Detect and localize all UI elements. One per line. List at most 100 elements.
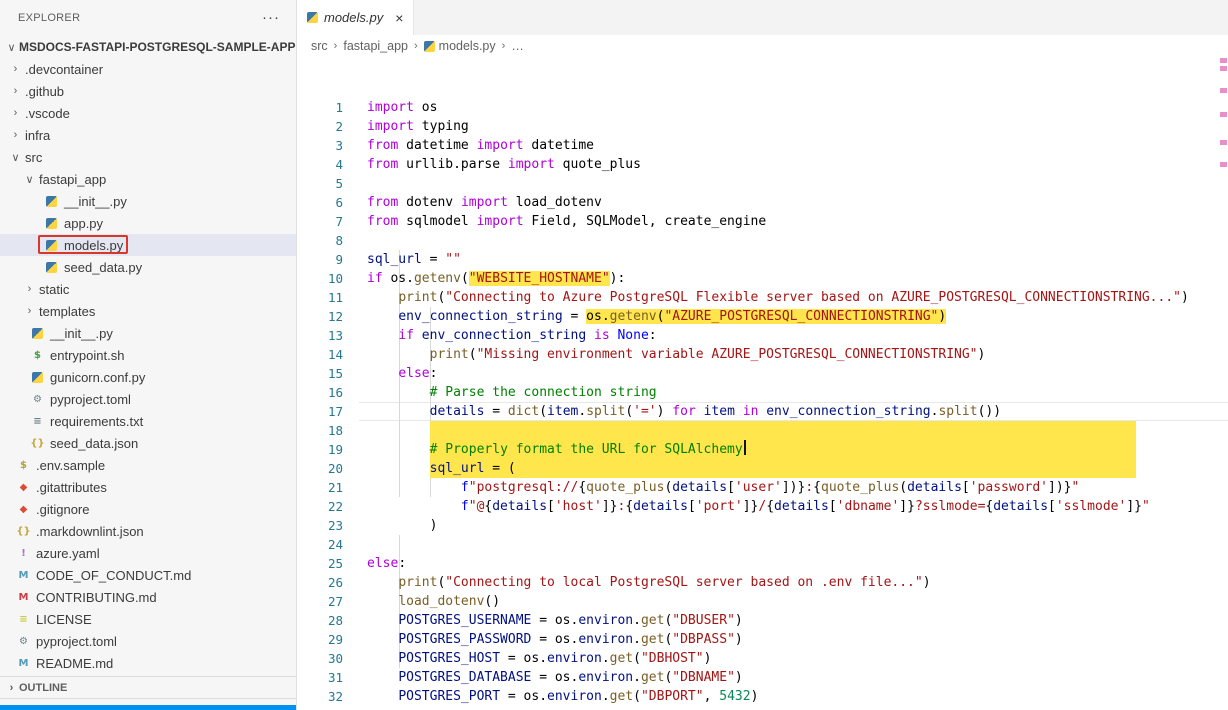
tree-item-label: .env.sample — [36, 458, 105, 473]
code-line-10[interactable]: 10if os.getenv("WEBSITE_HOSTNAME"): — [297, 269, 1228, 288]
overview-ruler-mark — [1220, 88, 1227, 93]
code-line-24[interactable]: 24 — [297, 535, 1228, 554]
close-icon[interactable]: × — [395, 10, 403, 26]
python-icon — [307, 12, 318, 23]
line-number: 28 — [297, 611, 343, 630]
tree-item-models-py[interactable]: models.py — [0, 234, 296, 256]
tree-item-label: entrypoint.sh — [50, 348, 124, 363]
chevron-down-icon: ∨ — [22, 173, 37, 186]
code-line-1[interactable]: 1import os — [297, 98, 1228, 117]
line-number: 3 — [297, 136, 343, 155]
tree-item-requirements-txt[interactable]: ≡requirements.txt — [0, 410, 296, 432]
code-line-12[interactable]: 12 env_connection_string = os.getenv("AZ… — [297, 307, 1228, 326]
tree-item--vscode[interactable]: ›.vscode — [0, 102, 296, 124]
code-line-13[interactable]: 13 if env_connection_string is None: — [297, 326, 1228, 345]
code-line-18[interactable]: 18 — [297, 421, 1228, 440]
tree-item-pyproject-toml[interactable]: ⚙pyproject.toml — [0, 388, 296, 410]
tree-item--gitattributes[interactable]: ◆.gitattributes — [0, 476, 296, 498]
line-number: 6 — [297, 193, 343, 212]
code-line-19[interactable]: 19 # Properly format the URL for SQLAlch… — [297, 440, 1228, 459]
code-line-20[interactable]: 20 sql_url = ( — [297, 459, 1228, 478]
code-line-6[interactable]: 6from dotenv import load_dotenv — [297, 193, 1228, 212]
line-number: 10 — [297, 269, 343, 288]
code-line-31[interactable]: 31 POSTGRES_DATABASE = os.environ.get("D… — [297, 668, 1228, 687]
code-line-7[interactable]: 7from sqlmodel import Field, SQLModel, c… — [297, 212, 1228, 231]
code-line-32[interactable]: 32 POSTGRES_PORT = os.environ.get("DBPOR… — [297, 687, 1228, 706]
line-number: 15 — [297, 364, 343, 383]
code-line-2[interactable]: 2import typing — [297, 117, 1228, 136]
tree-item--markdownlint-json[interactable]: {}.markdownlint.json — [0, 520, 296, 542]
line-number: 19 — [297, 440, 343, 459]
tree-item-static[interactable]: ›static — [0, 278, 296, 300]
root-folder-label: MSDOCS-FASTAPI-POSTGRESQL-SAMPLE-APP [GI… — [19, 40, 296, 54]
code-line-15[interactable]: 15 else: — [297, 364, 1228, 383]
tree-item-code-of-conduct-md[interactable]: MCODE_OF_CONDUCT.md — [0, 564, 296, 586]
code-line-25[interactable]: 25else: — [297, 554, 1228, 573]
code-line-33[interactable]: 33 — [297, 706, 1228, 710]
tree-item--gitignore[interactable]: ◆.gitignore — [0, 498, 296, 520]
tree-item-app-py[interactable]: app.py — [0, 212, 296, 234]
tree-item-src[interactable]: ∨src — [0, 146, 296, 168]
tree-item-license[interactable]: ≡LICENSE — [0, 608, 296, 630]
code-line-29[interactable]: 29 POSTGRES_PASSWORD = os.environ.get("D… — [297, 630, 1228, 649]
code-line-14[interactable]: 14 print("Missing environment variable A… — [297, 345, 1228, 364]
code-line-28[interactable]: 28 POSTGRES_USERNAME = os.environ.get("D… — [297, 611, 1228, 630]
tree-item-label: templates — [39, 304, 95, 319]
tree-item-gunicorn-conf-py[interactable]: gunicorn.conf.py — [0, 366, 296, 388]
tree-item-pyproject-toml[interactable]: ⚙pyproject.toml — [0, 630, 296, 652]
tree-item-infra[interactable]: ›infra — [0, 124, 296, 146]
tree-item-azure-yaml[interactable]: !azure.yaml — [0, 542, 296, 564]
tree-item-templates[interactable]: ›templates — [0, 300, 296, 322]
code-line-4[interactable]: 4from urllib.parse import quote_plus — [297, 155, 1228, 174]
code-line-8[interactable]: 8 — [297, 231, 1228, 250]
tree-item-readme-md[interactable]: MREADME.md — [0, 652, 296, 674]
tree-item-seed-data-py[interactable]: seed_data.py — [0, 256, 296, 278]
tab-models-py[interactable]: models.py × — [297, 0, 414, 35]
license-icon: ≡ — [16, 612, 31, 627]
dollar-icon: $ — [16, 458, 31, 473]
tree-item--init-py[interactable]: __init__.py — [0, 190, 296, 212]
code-line-21[interactable]: 21 f"postgresql://{quote_plus(details['u… — [297, 478, 1228, 497]
tree-root-folder[interactable]: ∨ MSDOCS-FASTAPI-POSTGRESQL-SAMPLE-APP [… — [0, 36, 296, 58]
overview-ruler-mark — [1220, 162, 1227, 167]
code-line-17[interactable]: 17 details = dict(item.split('=') for it… — [297, 402, 1228, 421]
tree-item-entrypoint-sh[interactable]: $entrypoint.sh — [0, 344, 296, 366]
code-line-9[interactable]: 9sql_url = "" — [297, 250, 1228, 269]
code-line-11[interactable]: 11 print("Connecting to Azure PostgreSQL… — [297, 288, 1228, 307]
line-number: 17 — [297, 402, 343, 421]
outline-label: OUTLINE — [19, 682, 67, 694]
tree-item--github[interactable]: ›.github — [0, 80, 296, 102]
code-line-3[interactable]: 3from datetime import datetime — [297, 136, 1228, 155]
tree-item--init-py[interactable]: __init__.py — [0, 322, 296, 344]
breadcrumb-item-src[interactable]: src — [311, 39, 328, 53]
tree-item-label: src — [25, 150, 42, 165]
chevron-right-icon: › — [4, 682, 19, 694]
code-line-5[interactable]: 5 — [297, 174, 1228, 193]
outline-section-header[interactable]: › OUTLINE — [0, 676, 296, 698]
line-number: 25 — [297, 554, 343, 573]
code-line-22[interactable]: 22 f"@{details['host']}:{details['port']… — [297, 497, 1228, 516]
python-icon — [44, 238, 59, 253]
tree-item-label: .gitattributes — [36, 480, 107, 495]
tree-item-contributing-md[interactable]: MCONTRIBUTING.md — [0, 586, 296, 608]
tree-item-label: azure.yaml — [36, 546, 100, 561]
tree-item--devcontainer[interactable]: ›.devcontainer — [0, 58, 296, 80]
code-editor[interactable]: 1import os2import typing3from datetime i… — [297, 58, 1228, 710]
line-number: 5 — [297, 174, 343, 193]
tree-item-seed-data-json[interactable]: {}seed_data.json — [0, 432, 296, 454]
tree-item-label: __init__.py — [64, 194, 127, 209]
breadcrumb-item-models-py[interactable]: models.py — [424, 39, 496, 53]
code-line-27[interactable]: 27 load_dotenv() — [297, 592, 1228, 611]
tree-item-label: __init__.py — [50, 326, 113, 341]
tree-item--env-sample[interactable]: $ .env.sample — [0, 454, 296, 476]
line-number: 24 — [297, 535, 343, 554]
tree-item-fastapi-app[interactable]: ∨fastapi_app — [0, 168, 296, 190]
text-cursor — [744, 440, 746, 455]
breadcrumb-item-fastapi-app[interactable]: fastapi_app — [343, 39, 408, 53]
breadcrumb-item--[interactable]: … — [511, 39, 524, 53]
code-line-30[interactable]: 30 POSTGRES_HOST = os.environ.get("DBHOS… — [297, 649, 1228, 668]
code-line-26[interactable]: 26 print("Connecting to local PostgreSQL… — [297, 573, 1228, 592]
more-actions-icon[interactable]: ··· — [262, 13, 280, 23]
code-line-16[interactable]: 16 # Parse the connection string — [297, 383, 1228, 402]
code-line-23[interactable]: 23 ) — [297, 516, 1228, 535]
